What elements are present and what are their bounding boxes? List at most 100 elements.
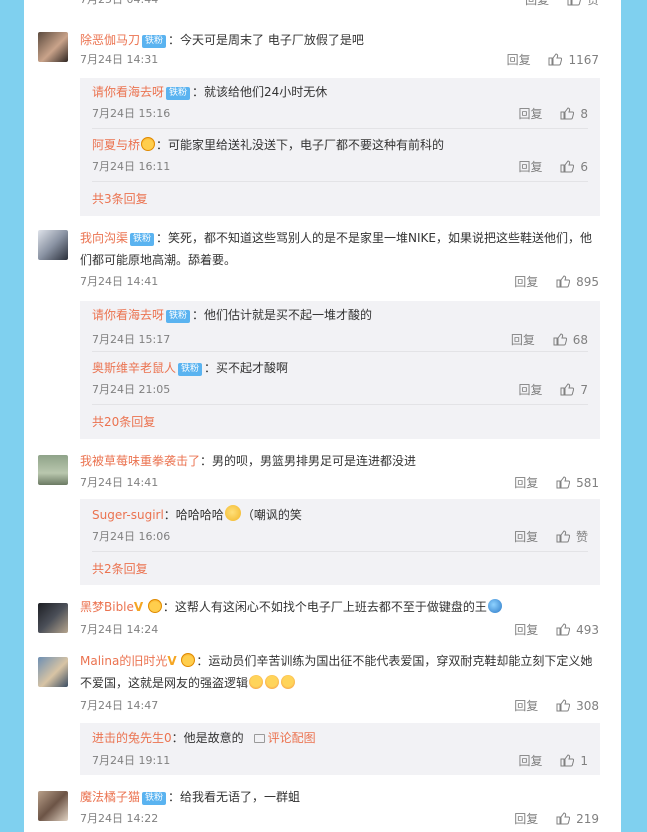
avatar[interactable] xyxy=(38,657,68,687)
like-count[interactable]: 1167 xyxy=(568,53,599,67)
reply-time: 7月24日 16:06 xyxy=(92,530,171,543)
like-count[interactable]: 493 xyxy=(576,623,599,637)
reply-button[interactable]: 回复 xyxy=(525,0,549,7)
like-count[interactable]: 581 xyxy=(576,476,599,490)
reply-body: ：他是故意的 xyxy=(171,731,244,745)
comment-image-label: 评论配图 xyxy=(267,731,316,745)
reply-box: 进击的兔先生0：他是故意的 评论配图 7月24日 19:11 回复 1 xyxy=(80,723,600,775)
reply-text: Suger-sugirl：哈哈哈哈 （嘲讽的笑 xyxy=(92,505,302,525)
flushed-face-icon xyxy=(265,675,280,689)
reply-button[interactable]: 回复 xyxy=(514,530,538,544)
more-replies-link[interactable]: 共2条回复 xyxy=(92,561,148,577)
reply-button[interactable]: 回复 xyxy=(514,476,538,490)
reply-username[interactable]: 请你看海去呀 xyxy=(92,308,164,322)
reply-button[interactable]: 回复 xyxy=(511,333,535,347)
like-count[interactable]: 6 xyxy=(580,160,588,174)
reply-username[interactable]: 进击的兔先生0 xyxy=(92,731,172,745)
thumbs-up-icon[interactable] xyxy=(560,107,575,120)
reply-button[interactable]: 回复 xyxy=(514,275,538,289)
flushed-face-icon xyxy=(249,675,264,689)
thumbs-up-icon[interactable] xyxy=(556,699,571,712)
reply-time: 7月24日 15:16 xyxy=(92,107,171,120)
reply-button[interactable]: 回复 xyxy=(519,754,543,768)
like-count[interactable]: 8 xyxy=(580,107,588,121)
reply-button[interactable]: 回复 xyxy=(514,812,538,826)
comment-actions: 回复 895 xyxy=(514,274,599,290)
like-button[interactable]: 赞 xyxy=(576,530,588,544)
like-count[interactable]: 895 xyxy=(576,275,599,289)
comment-time: 7月24日 14:41 xyxy=(80,275,159,288)
reply-actions: 回复 赞 xyxy=(514,529,588,545)
like-count[interactable]: 7 xyxy=(580,383,588,397)
comment-time: 7月24日 14:31 xyxy=(80,53,159,66)
reply-text: 请你看海去呀 铁粉 ：他们估计就是买不起一堆才酸的 xyxy=(92,305,372,325)
avatar[interactable] xyxy=(38,32,68,62)
more-replies-link[interactable]: 共3条回复 xyxy=(92,191,148,207)
reply-button[interactable]: 回复 xyxy=(519,383,543,397)
reply-box: Suger-sugirl：哈哈哈哈 （嘲讽的笑 7月24日 16:06 回复 赞 … xyxy=(80,499,600,585)
divider xyxy=(92,128,588,129)
reply-body: ：就该给他们24小时无休 xyxy=(192,85,328,99)
like-count[interactable]: 219 xyxy=(576,812,599,826)
reply-time: 7月24日 15:17 xyxy=(92,333,171,346)
comment-username[interactable]: 除恶伽马刀 xyxy=(80,33,140,47)
comments-panel: 7月25日 04:44 回复 赞 除恶伽马刀铁粉：今天可是周末了 电子厂放假了是… xyxy=(24,0,621,832)
avatar[interactable] xyxy=(38,455,68,485)
verified-v-icon: V xyxy=(167,654,177,668)
comment-text: 黑梦BibleV ：这帮人有这闲心不如找个电子厂上班去都不至于做键盘的王 xyxy=(80,597,503,617)
like-count[interactable]: 308 xyxy=(576,699,599,713)
reply-username[interactable]: Suger-sugirl xyxy=(92,508,164,522)
like-count[interactable]: 1 xyxy=(580,754,588,768)
thumbs-up-icon[interactable] xyxy=(556,275,571,288)
comment-time: 7月24日 14:47 xyxy=(80,699,159,712)
thumbs-up-icon[interactable] xyxy=(553,333,567,346)
crown-badge-icon xyxy=(181,653,196,667)
reply-text: 奥斯维辛老鼠人 铁粉 ：买不起才酸啊 xyxy=(92,358,288,378)
avatar[interactable] xyxy=(38,230,68,260)
comment-body-continued: 们都可能原地高潮。舔着要。 xyxy=(80,253,237,267)
avatar[interactable] xyxy=(38,791,68,821)
comment-body: ：运动员们辛苦训练为国出征不能代表爱国，穿双耐克鞋却能立刻下定义她 xyxy=(196,654,593,668)
comment-text: 我向沟渠 铁粉 ：笑死，都不知道这些骂别人的是不是家里一堆NIKE，如果说把这些鞋送… xyxy=(80,228,592,248)
comment-username[interactable]: 我向沟渠 xyxy=(80,231,128,245)
comment-body: ：今天可是周末了 电子厂放假了是吧 xyxy=(168,33,364,47)
avatar[interactable] xyxy=(38,603,68,633)
thumbs-up-icon[interactable] xyxy=(556,530,571,543)
comment-username[interactable]: Malina的旧时光 xyxy=(80,654,167,668)
comment-time: 7月24日 14:41 xyxy=(80,476,159,489)
fan-badge: 铁粉 xyxy=(142,792,167,805)
reply-button[interactable]: 回复 xyxy=(507,53,531,67)
comment-username[interactable]: 我被草莓味重拳袭击了 xyxy=(80,454,200,468)
reply-username[interactable]: 请你看海去呀 xyxy=(92,85,164,99)
thumbs-up-icon[interactable] xyxy=(560,383,575,396)
thumbs-up-icon[interactable] xyxy=(556,812,571,825)
thumbs-up-icon[interactable] xyxy=(567,0,581,6)
reply-button[interactable]: 回复 xyxy=(514,699,538,713)
like-count[interactable]: 68 xyxy=(573,333,588,347)
comment-text: 我被草莓味重拳袭击了：男的呗，男篮男排男足可是连进都没进 xyxy=(80,451,416,471)
like-button[interactable]: 赞 xyxy=(587,0,599,7)
comment-username[interactable]: 魔法橘子猫 xyxy=(80,790,140,804)
thumbs-up-icon[interactable] xyxy=(560,160,575,173)
comment-actions: 回复 493 xyxy=(514,622,599,638)
comment-actions: 回复 1167 xyxy=(507,52,599,68)
reply-body: ：买不起才酸啊 xyxy=(204,361,289,375)
comment-image-link[interactable]: 评论配图 xyxy=(253,731,316,745)
reply-username[interactable]: 阿夏与桥 xyxy=(92,138,140,152)
thumbs-up-icon[interactable] xyxy=(556,476,571,489)
reply-button[interactable]: 回复 xyxy=(519,160,543,174)
comment-actions: 回复 308 xyxy=(514,698,599,714)
reply-button[interactable]: 回复 xyxy=(514,623,538,637)
reply-text: 请你看海去呀 铁粉 ：就该给他们24小时无休 xyxy=(92,82,327,102)
doraemon-emoji-icon xyxy=(487,599,502,613)
more-replies-link[interactable]: 共20条回复 xyxy=(92,414,155,430)
thumbs-up-icon[interactable] xyxy=(556,623,571,636)
reply-username[interactable]: 奥斯维辛老鼠人 xyxy=(92,361,176,375)
fan-badge: 铁粉 xyxy=(130,233,155,246)
thumbs-up-icon[interactable] xyxy=(548,53,563,66)
divider xyxy=(92,551,588,552)
reply-actions: 回复 68 xyxy=(511,332,588,348)
comment-username[interactable]: 黑梦Bible xyxy=(80,600,134,614)
thumbs-up-icon[interactable] xyxy=(560,754,575,767)
reply-button[interactable]: 回复 xyxy=(519,107,543,121)
